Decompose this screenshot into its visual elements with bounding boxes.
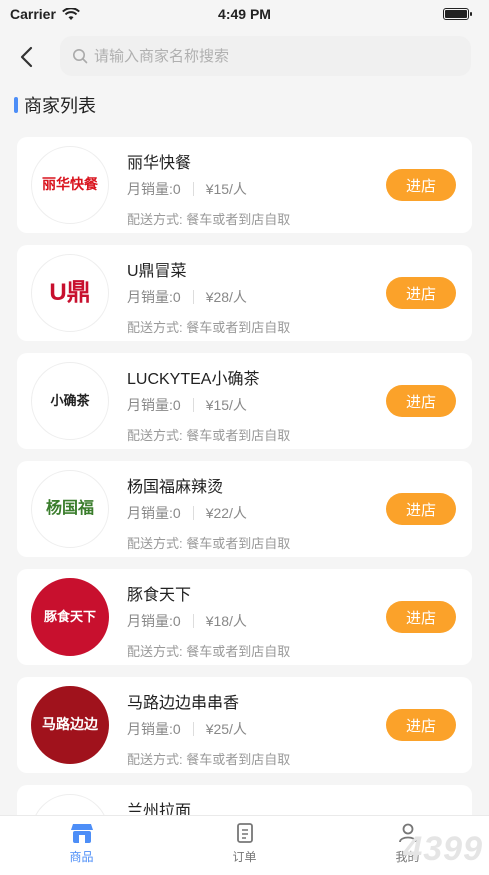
shop-logo: U鼎	[31, 254, 109, 332]
enter-shop-button[interactable]: 进店	[386, 601, 456, 633]
shop-sales: 月销量:0	[127, 613, 181, 629]
shop-sales: 月销量:0	[127, 289, 181, 305]
back-button[interactable]	[8, 36, 44, 78]
divider	[192, 506, 194, 520]
enter-shop-button[interactable]: 进店	[386, 493, 456, 525]
shop-delivery: 配送方式: 餐车或者到店自取	[127, 428, 291, 443]
user-icon	[398, 823, 417, 843]
section-header: 商家列表	[14, 92, 96, 118]
shop-delivery: 配送方式: 餐车或者到店自取	[127, 752, 291, 767]
shop-logo: 杨国福	[31, 470, 109, 548]
logo-text: 马路边边	[42, 716, 98, 733]
shop-sales: 月销量:0	[127, 181, 181, 197]
search-box[interactable]	[60, 36, 471, 76]
shop-logo: 小确茶	[31, 362, 109, 440]
shop-price: ¥25/人	[205, 721, 247, 737]
status-bar: Carrier 4:49 PM	[0, 0, 489, 28]
shop-card[interactable]: 豚食天下 豚食天下 月销量:0 ¥18/人 配送方式: 餐车或者到店自取 进店	[17, 569, 472, 665]
tab-bar: 商品 订单 我的	[0, 815, 489, 875]
search-input[interactable]	[94, 47, 454, 65]
enter-shop-button[interactable]: 进店	[386, 277, 456, 309]
shop-icon	[70, 824, 93, 843]
shop-name: 豚食天下	[127, 587, 192, 604]
divider	[192, 398, 194, 412]
shop-price: ¥28/人	[205, 289, 247, 305]
shop-sales: 月销量:0	[127, 397, 181, 413]
shop-name: U鼎冒菜	[127, 263, 187, 280]
tab-mine[interactable]: 我的	[348, 822, 468, 865]
chevron-left-icon	[20, 46, 33, 68]
shop-name: 丽华快餐	[127, 155, 192, 172]
section-title: 商家列表	[24, 96, 96, 116]
divider	[192, 182, 194, 196]
shop-delivery: 配送方式: 餐车或者到店自取	[127, 212, 291, 227]
shop-price: ¥18/人	[205, 613, 247, 629]
shop-card[interactable]: 马路边边 马路边边串串香 月销量:0 ¥25/人 配送方式: 餐车或者到店自取 …	[17, 677, 472, 773]
divider	[192, 722, 194, 736]
shop-price: ¥22/人	[205, 505, 247, 521]
wifi-icon	[62, 7, 80, 20]
logo-text: 丽华快餐	[42, 176, 98, 193]
battery-icon	[443, 8, 472, 20]
divider	[192, 614, 194, 628]
shop-card[interactable]: 杨国福 杨国福麻辣烫 月销量:0 ¥22/人 配送方式: 餐车或者到店自取 进店	[17, 461, 472, 557]
logo-text: 杨国福	[45, 500, 94, 518]
shop-logo: 马路边边	[31, 686, 109, 764]
shop-list: 丽华快餐 丽华快餐 月销量:0 ¥15/人 配送方式: 餐车或者到店自取 进店 …	[17, 137, 472, 837]
shop-card[interactable]: 丽华快餐 丽华快餐 月销量:0 ¥15/人 配送方式: 餐车或者到店自取 进店	[17, 137, 472, 233]
shop-delivery: 配送方式: 餐车或者到店自取	[127, 320, 291, 335]
shop-price: ¥15/人	[205, 181, 247, 197]
nav-bar	[0, 36, 489, 78]
tab-label: 商品	[69, 850, 94, 864]
order-icon	[236, 823, 253, 843]
shop-price: ¥15/人	[205, 397, 247, 413]
shop-name: 杨国福麻辣烫	[127, 479, 224, 496]
enter-shop-button[interactable]: 进店	[386, 385, 456, 417]
shop-name: LUCKYTEA小确茶	[127, 371, 260, 388]
logo-text: 小确茶	[50, 392, 90, 408]
shop-delivery: 配送方式: 餐车或者到店自取	[127, 536, 291, 551]
search-icon	[73, 49, 88, 64]
shop-sales: 月销量:0	[127, 721, 181, 737]
shop-name: 马路边边串串香	[127, 695, 240, 712]
shop-logo: 丽华快餐	[31, 146, 109, 224]
status-left: Carrier	[10, 6, 80, 22]
enter-shop-button[interactable]: 进店	[386, 709, 456, 741]
shop-card[interactable]: U鼎 U鼎冒菜 月销量:0 ¥28/人 配送方式: 餐车或者到店自取 进店	[17, 245, 472, 341]
shop-sales: 月销量:0	[127, 505, 181, 521]
shop-delivery: 配送方式: 餐车或者到店自取	[127, 644, 291, 659]
shop-card[interactable]: 小确茶 LUCKYTEA小确茶 月销量:0 ¥15/人 配送方式: 餐车或者到店…	[17, 353, 472, 449]
enter-shop-button[interactable]: 进店	[386, 169, 456, 201]
logo-text: 豚食天下	[43, 608, 96, 624]
shop-logo: 豚食天下	[31, 578, 109, 656]
tab-label: 我的	[395, 850, 420, 864]
carrier-label: Carrier	[10, 6, 56, 22]
tab-orders[interactable]: 订单	[185, 822, 305, 865]
tab-label: 订单	[232, 850, 257, 864]
divider	[192, 290, 194, 304]
title-accent-bar	[14, 97, 18, 113]
tab-products[interactable]: 商品	[22, 822, 142, 865]
logo-text: U鼎	[49, 278, 91, 306]
